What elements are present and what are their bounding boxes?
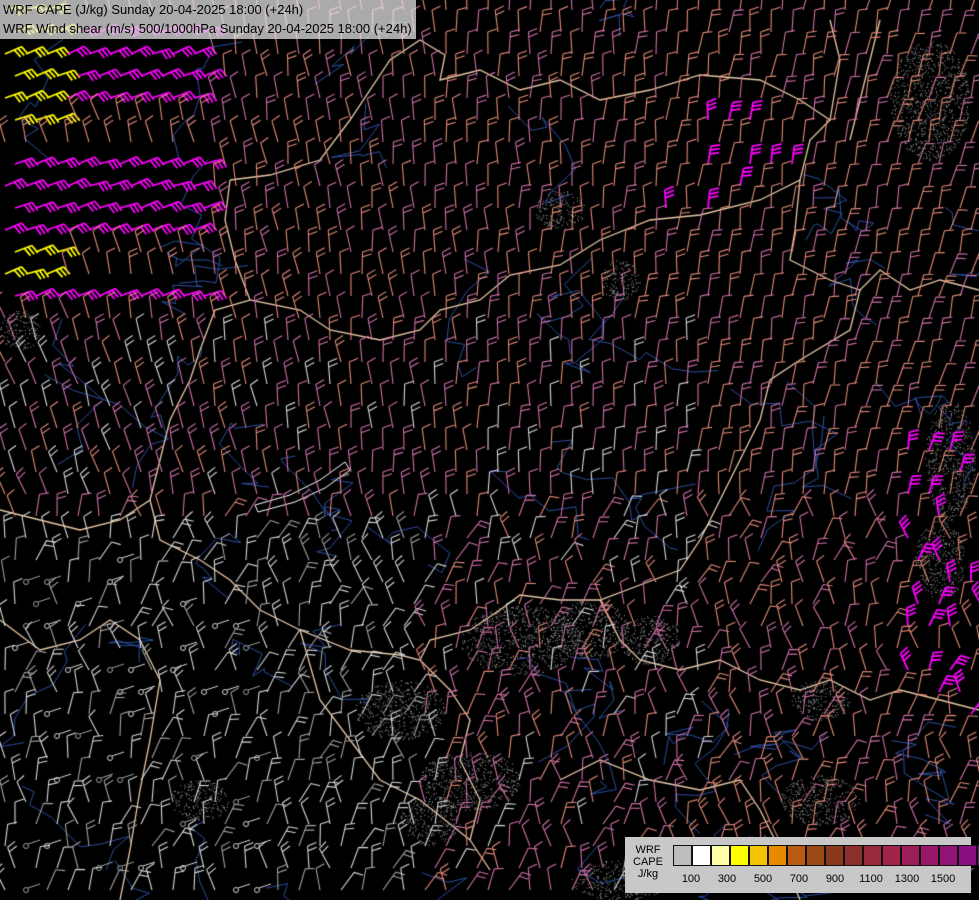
- cape-legend: WRF CAPE J/kg 100 300 500 700 900 1100 1…: [625, 837, 979, 893]
- shear-title: WRF Wind shear (m/s) 500/1000hPa Sunday …: [3, 21, 412, 36]
- wind-shear-map[interactable]: [0, 0, 979, 900]
- legend-label: WRF CAPE J/kg: [631, 844, 665, 880]
- legend-swatch: [806, 845, 825, 866]
- legend-label-line: CAPE: [633, 856, 663, 868]
- legend-tick: 100: [681, 873, 701, 885]
- legend-swatch: [673, 845, 692, 866]
- legend-swatch: [730, 845, 749, 866]
- map-header: WRF CAPE (J/kg) Sunday 20-04-2025 18:00 …: [0, 0, 416, 39]
- legend-swatch: [768, 845, 787, 866]
- legend-swatch: [882, 845, 901, 866]
- legend-swatch: [711, 845, 730, 866]
- legend-swatch: [692, 845, 711, 866]
- legend-tick: 1300: [894, 873, 920, 885]
- legend-swatch: [749, 845, 768, 866]
- legend-tick: 900: [825, 873, 845, 885]
- cape-title: WRF CAPE (J/kg) Sunday 20-04-2025 18:00 …: [3, 2, 304, 17]
- legend-swatch: [787, 845, 806, 866]
- legend-tick: 1100: [859, 873, 883, 885]
- legend-swatch: [958, 845, 977, 866]
- legend-swatch: [901, 845, 920, 866]
- legend-swatch: [863, 845, 882, 866]
- legend-swatch: [920, 845, 939, 866]
- legend-swatch: [939, 845, 958, 866]
- legend-tick: 300: [717, 873, 737, 885]
- legend-swatches: [673, 845, 979, 866]
- legend-swatch: [825, 845, 844, 866]
- legend-swatch: [844, 845, 863, 866]
- legend-tick: 700: [789, 873, 809, 885]
- legend-ticks: 100 300 500 700 900 1100 1300 1500: [673, 873, 973, 887]
- legend-label-line: WRF: [635, 844, 661, 856]
- legend-label-line: J/kg: [637, 868, 659, 880]
- legend-tick: 500: [753, 873, 773, 885]
- legend-tick: 1500: [930, 873, 956, 885]
